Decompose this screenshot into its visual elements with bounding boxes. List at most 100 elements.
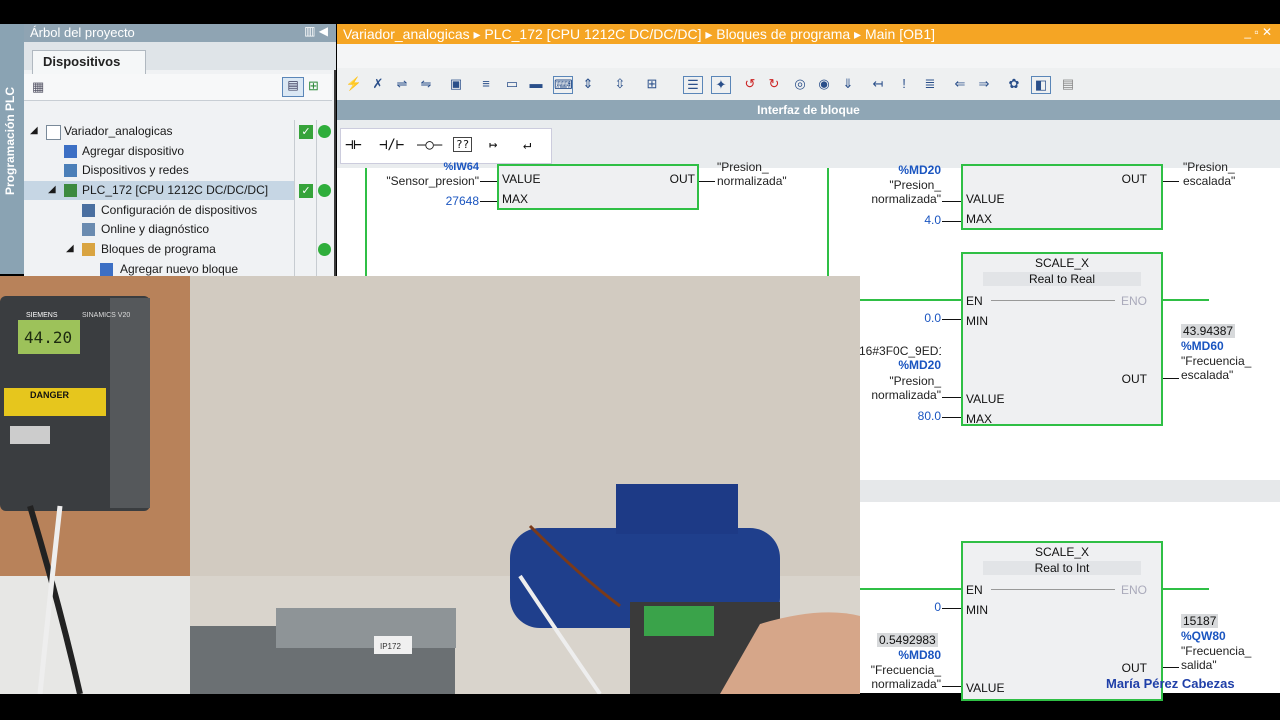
compare-icon[interactable]: ◉ — [815, 76, 833, 92]
out-pin: OUT — [1121, 661, 1147, 675]
vertical-tab-programacion-plc[interactable]: Programación PLC — [0, 24, 24, 274]
view-toggle-icon[interactable]: ▤ — [282, 77, 304, 97]
network-separator — [860, 480, 1280, 502]
insert-box-icon[interactable]: ! — [895, 76, 913, 92]
no-contact-icon[interactable]: ⊣⊢ — [345, 137, 362, 153]
output-tag: "Presion_ normalizada" — [717, 160, 787, 188]
delete-network-icon[interactable]: ✗ — [369, 76, 387, 92]
add-block-icon — [100, 263, 113, 276]
add-device-icon — [64, 145, 77, 158]
scale-block-left[interactable]: VALUE MAX OUT — [497, 164, 699, 210]
monitoring-on-icon[interactable]: ◧ — [1031, 76, 1051, 94]
value-address: %MD20 — [898, 358, 941, 372]
en-pin: EN — [966, 583, 983, 597]
max-value: 4.0 — [924, 213, 941, 227]
out-pin: OUT — [1121, 172, 1147, 186]
max-value: 80.0 — [917, 409, 941, 423]
drive-display: 44.20 — [24, 328, 73, 347]
en-pin: EN — [966, 294, 983, 308]
tree-item-label: PLC_172 [CPU 1212C DC/DC/DC] — [82, 183, 269, 197]
plc-icon — [64, 184, 77, 197]
window-split-icon[interactable]: ▬ — [527, 76, 545, 92]
append-row-icon[interactable]: ⇋ — [417, 76, 435, 92]
pin-wire — [942, 319, 961, 320]
zoom-icon[interactable]: ⊞ — [643, 76, 661, 92]
pin-wire — [1163, 378, 1179, 379]
online-status-icon — [318, 125, 331, 138]
tree-item-device-config[interactable]: Configuración de dispositivos — [24, 201, 294, 220]
project-tree-title: Árbol del proyecto — [30, 25, 135, 40]
align-left-icon[interactable]: ≡ — [477, 76, 495, 92]
arrow-right-icon[interactable]: ⇒ — [975, 76, 993, 92]
value-tag: "Presion_ normalizada" — [871, 374, 941, 402]
go-offline-icon[interactable]: ↻ — [765, 76, 783, 92]
show-overview-icon[interactable]: ⊞ — [308, 78, 319, 94]
pin-wire — [942, 608, 961, 609]
tree-item-project[interactable]: ◢ Variador_analogicas — [24, 122, 294, 141]
go-online-icon[interactable]: ↺ — [741, 76, 759, 92]
scale-block-right[interactable]: VALUE MAX OUT — [961, 164, 1163, 230]
tree-item-label: Variador_analogicas — [64, 124, 173, 138]
out-monitor: 43.94387 — [1181, 324, 1236, 338]
edit-icon[interactable]: ≣ — [921, 76, 939, 92]
check-status-icon: ✓ — [299, 125, 313, 139]
value-address: %MD20 — [898, 163, 941, 177]
tree-item-program-blocks[interactable]: ◢ Bloques de programa — [24, 240, 294, 259]
tools-icon[interactable]: ✿ — [1005, 76, 1023, 92]
tree-item-plc[interactable]: ◢ PLC_172 [CPU 1212C DC/DC/DC] — [24, 181, 294, 200]
lock-icon[interactable]: ▤ — [1059, 76, 1077, 92]
folder-icon — [82, 243, 95, 256]
coil-icon[interactable]: –○– — [417, 137, 442, 153]
value-address: %MD80 — [898, 648, 941, 662]
collapse-panel-icon[interactable]: ▥ ◀ — [304, 24, 328, 38]
monitor-icon[interactable]: ◎ — [791, 76, 809, 92]
en-wire — [860, 588, 962, 590]
save-icon[interactable]: ▣ — [447, 76, 465, 92]
window-controls[interactable]: _ ▫ ✕ — [1244, 25, 1272, 39]
author-credit: María Pérez Cabezas — [1106, 676, 1235, 691]
expand-arrow-icon[interactable]: ◢ — [30, 125, 38, 136]
block-title: SCALE_X — [1034, 545, 1090, 559]
tree-item-devices-networks[interactable]: Dispositivos y redes — [24, 161, 294, 180]
editor-toolbar: ⚡ ✗ ⇌ ⇋ ▣ ≡ ▭ ▬ ⌨ ⇕ ⇳ ⊞ ☰ ✦ ↺ ↻ ◎ ◉ ⇓ ↤ … — [337, 44, 1280, 100]
close-branch-icon[interactable]: ↵ — [523, 137, 531, 153]
tab-dispositivos[interactable]: Dispositivos — [32, 50, 146, 74]
pin-wire — [942, 686, 961, 687]
drive-brand: SIEMENS — [26, 312, 58, 319]
print-icon[interactable]: ▦ — [32, 79, 44, 95]
empty-box-icon[interactable]: ?? — [453, 137, 473, 152]
max-value: 27648 — [445, 194, 479, 208]
nc-contact-icon[interactable]: ⊣/⊢ — [379, 137, 404, 153]
workbench-scene — [0, 276, 860, 694]
block-title: SCALE_X — [1034, 256, 1090, 270]
tree-item-online-diag[interactable]: Online y diagnóstico — [24, 220, 294, 239]
expand-arrow-icon[interactable]: ◢ — [66, 243, 74, 254]
min-pin: MIN — [966, 314, 988, 328]
favorite-icon[interactable]: ✦ — [711, 76, 731, 94]
block-interface-bar[interactable]: Interfaz de bloque — [337, 100, 1280, 120]
collapse-icon[interactable]: ⇳ — [611, 76, 629, 92]
list-icon[interactable]: ☰ — [683, 76, 703, 94]
expand-icon[interactable]: ⇕ — [579, 76, 597, 92]
pin-wire — [480, 181, 497, 182]
device-config-icon — [82, 204, 95, 217]
insert-icon[interactable]: ↤ — [869, 76, 887, 92]
insert-network-icon[interactable]: ⚡ — [345, 76, 363, 92]
camera-photo: SIEMENS SINAMICS V20 44.20 DANGER IP172 — [0, 276, 860, 694]
arrow-left-icon[interactable]: ⇐ — [951, 76, 969, 92]
project-tree-toolbar: ▦ ▤ ⊞ — [24, 74, 332, 101]
open-branch-icon[interactable]: ↦ — [489, 137, 497, 153]
tree-item-add-device[interactable]: Agregar dispositivo — [24, 142, 294, 161]
output-tag: "Frecuencia_ escalada" — [1181, 354, 1252, 382]
online-status-icon — [318, 243, 331, 256]
expand-arrow-icon[interactable]: ◢ — [48, 184, 56, 195]
window-icon[interactable]: ▭ — [503, 76, 521, 92]
comment-icon[interactable]: ⌨ — [553, 76, 573, 94]
eno-pin: ENO — [1120, 583, 1147, 597]
block-subtitle: Real to Real — [983, 272, 1141, 286]
pin-wire — [699, 181, 715, 182]
download-icon[interactable]: ⇓ — [839, 76, 857, 92]
scale-x-real-real[interactable]: SCALE_X Real to Real EN ENO MIN VALUE MA… — [961, 252, 1163, 426]
insert-row-icon[interactable]: ⇌ — [393, 76, 411, 92]
pin-wire — [1163, 181, 1179, 182]
